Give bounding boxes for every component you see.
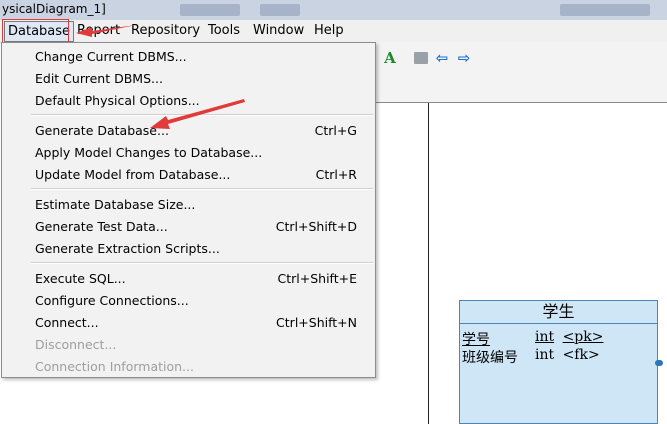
menu-item-change-current-dbms[interactable]: Change Current DBMS... [2, 45, 375, 67]
titlebar-tab-blurred [260, 4, 300, 16]
menu-item-update-model-from-database[interactable]: Update Model from Database... Ctrl+R [2, 163, 375, 185]
titlebar-tab-blurred [560, 4, 650, 16]
menu-item-estimate-database-size[interactable]: Estimate Database Size... [2, 193, 375, 215]
window-title: ysicalDiagram_1] [2, 2, 106, 16]
entity-column-row: 班级编号 int <fk> [460, 346, 657, 366]
titlebar-tab-blurred [180, 4, 240, 16]
text-a-icon[interactable]: A [382, 50, 398, 66]
menubar: Database Report Repository Tools Window … [0, 20, 667, 43]
entity-table-student[interactable]: 学生 学号 int <pk> 班级编号 int <fk> [459, 300, 658, 424]
menu-item-default-physical-options[interactable]: Default Physical Options... [2, 89, 375, 111]
column-type: int <fk> [535, 347, 600, 363]
database-dropdown-menu: Change Current DBMS... Edit Current DBMS… [1, 42, 376, 378]
entity-title: 学生 [460, 301, 657, 324]
menu-item-execute-sql[interactable]: Execute SQL... Ctrl+Shift+E [2, 267, 375, 289]
column-type: int <pk> [535, 329, 604, 345]
toolbar: A ⇦ ⇨ [376, 42, 667, 75]
menu-item-generate-test-data[interactable]: Generate Test Data... Ctrl+Shift+D [2, 215, 375, 237]
annotation-highlight-box [2, 19, 69, 43]
menu-separator [31, 189, 373, 190]
menu-item-configure-connections[interactable]: Configure Connections... [2, 289, 375, 311]
menu-item-connection-information: Connection Information... [35, 359, 194, 374]
menu-repository[interactable]: Repository [127, 23, 204, 38]
toolbar-secondary [376, 74, 667, 103]
arrow-right-icon[interactable]: ⇨ [456, 50, 472, 66]
menu-window[interactable]: Window [249, 23, 308, 38]
folder-icon[interactable] [414, 52, 428, 64]
entity-column-row: 学号 int <pk> [460, 328, 657, 348]
menu-help[interactable]: Help [310, 23, 348, 38]
diagram-line [428, 103, 429, 424]
menu-separator [31, 263, 373, 264]
menu-item-connect[interactable]: Connect... Ctrl+Shift+N [2, 311, 375, 333]
menu-item-edit-current-dbms[interactable]: Edit Current DBMS... [2, 67, 375, 89]
column-name: 班级编号 [462, 350, 518, 366]
relationship-connector [655, 360, 663, 366]
menu-item-generate-extraction-scripts[interactable]: Generate Extraction Scripts... [2, 237, 375, 259]
menu-report[interactable]: Report [73, 23, 124, 38]
menu-item-disconnect: Disconnect... [35, 337, 117, 352]
menu-separator [31, 115, 373, 116]
window-titlebar: ysicalDiagram_1] [0, 0, 667, 20]
menu-item-apply-model-changes[interactable]: Apply Model Changes to Database... [2, 141, 375, 163]
menu-tools[interactable]: Tools [204, 23, 244, 38]
arrow-left-icon[interactable]: ⇦ [434, 50, 450, 66]
menu-item-generate-database[interactable]: Generate Database... Ctrl+G [2, 119, 375, 141]
